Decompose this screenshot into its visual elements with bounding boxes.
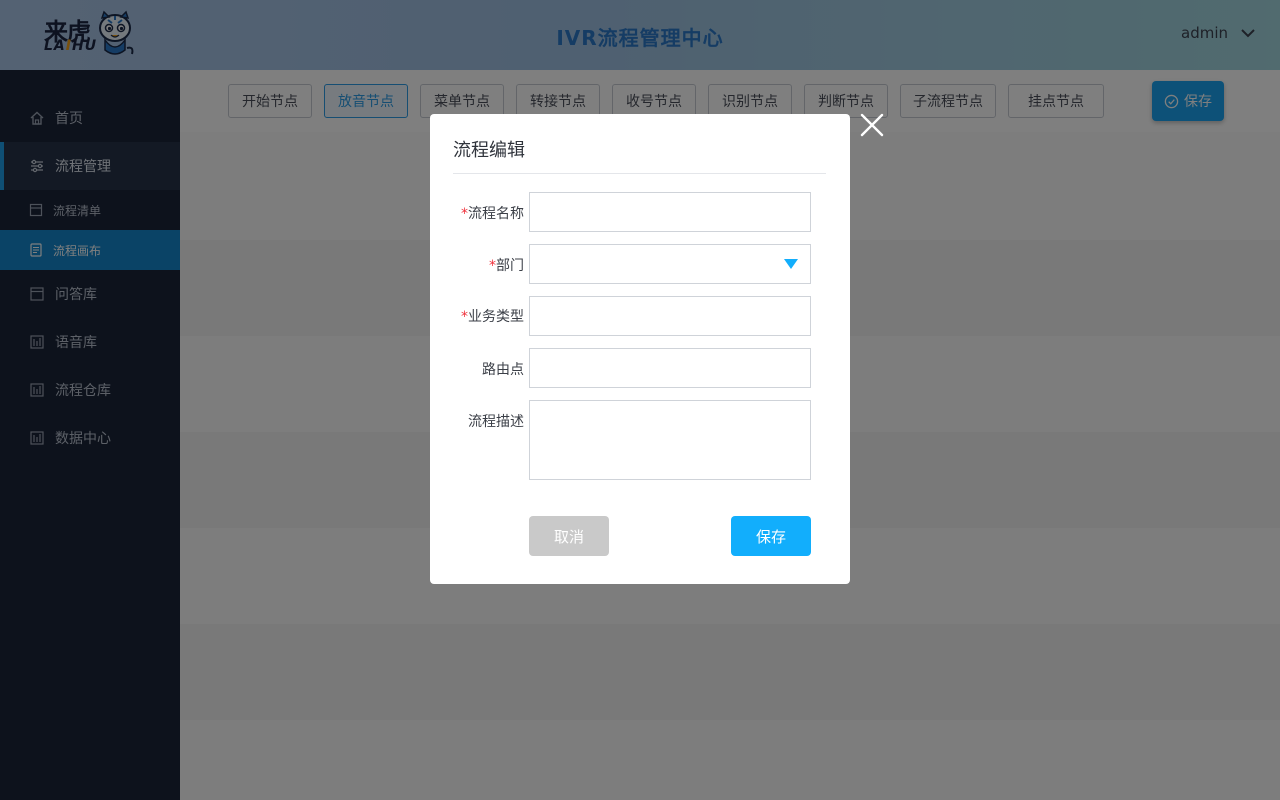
cancel-button[interactable]: 取消 [529,516,609,556]
flow-edit-dialog: 流程编辑 *流程名称 *部门 *业务类型 路由点 流程描述 取消 保存 [430,114,850,584]
department-select[interactable] [529,244,811,284]
business-type-label: *业务类型 [430,306,524,326]
field-label-text: 流程名称 [468,206,524,222]
field-label-text: 部门 [496,258,524,274]
flow-name-input[interactable] [529,192,811,232]
flow-description-textarea[interactable] [529,400,811,480]
business-type-input[interactable] [529,296,811,336]
route-point-input[interactable] [529,348,811,388]
caret-down-icon [784,259,798,269]
flow-description-label: 流程描述 [468,414,524,430]
title-divider [453,173,826,174]
required-mark: * [461,206,468,222]
save-button[interactable]: 保存 [731,516,811,556]
flow-name-label: *流程名称 [430,203,524,223]
dialog-title: 流程编辑 [453,140,525,161]
field-label-text: 业务类型 [468,309,524,325]
department-label: *部门 [430,255,524,275]
required-mark: * [489,258,496,274]
close-icon[interactable] [858,111,886,139]
route-point-label: 路由点 [482,362,524,378]
required-mark: * [461,309,468,325]
